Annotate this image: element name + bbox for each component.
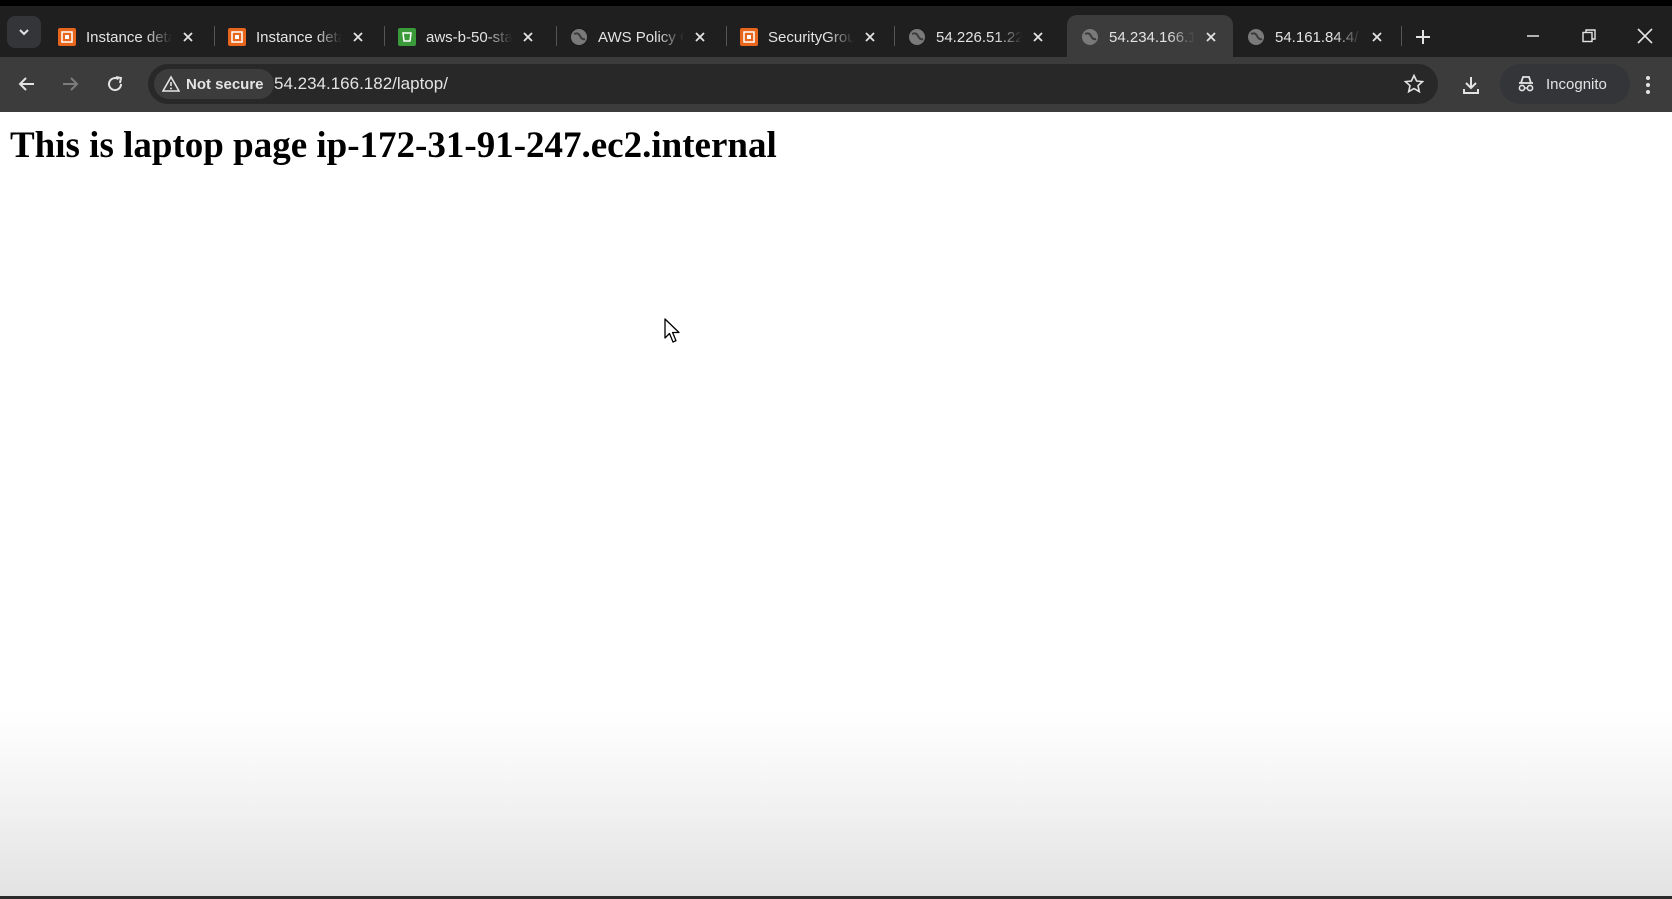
- close-icon[interactable]: [1028, 27, 1048, 47]
- security-label: Not secure: [186, 75, 264, 93]
- tab-title: AWS Policy Generator: [598, 28, 684, 46]
- url-text[interactable]: 54.234.166.182/laptop/: [274, 74, 448, 94]
- forward-button[interactable]: [52, 66, 88, 102]
- minimize-button[interactable]: [1513, 18, 1553, 54]
- tab-s3-bucket[interactable]: aws-b-50-static: [384, 15, 550, 59]
- incognito-icon: [1516, 74, 1536, 94]
- close-icon[interactable]: [348, 27, 368, 47]
- back-button[interactable]: [9, 66, 45, 102]
- restore-button[interactable]: [1569, 18, 1609, 54]
- site-security-chip[interactable]: Not secure: [154, 69, 274, 99]
- page-viewport: This is laptop page ip-172-31-91-247.ec2…: [0, 112, 1672, 899]
- address-bar[interactable]: Not secure 54.234.166.182/laptop/: [148, 64, 1438, 104]
- close-icon[interactable]: [1367, 27, 1387, 47]
- tab-ip-54-234-active[interactable]: 54.234.166.182: [1067, 15, 1233, 59]
- close-icon[interactable]: [1201, 27, 1221, 47]
- tab-security-groups[interactable]: SecurityGroups: [726, 15, 892, 59]
- aws-ec2-icon: [740, 28, 758, 46]
- tab-title: 54.161.84.4/: [1275, 28, 1359, 46]
- aws-ec2-icon: [58, 28, 76, 46]
- close-icon[interactable]: [518, 27, 538, 47]
- new-tab-button[interactable]: [1409, 23, 1437, 51]
- chevron-down-icon: [19, 29, 29, 36]
- tab-aws-policy[interactable]: AWS Policy Generator: [556, 15, 722, 59]
- aws-ec2-icon: [228, 28, 246, 46]
- close-icon[interactable]: [178, 27, 198, 47]
- tab-title: Instance details: [256, 28, 342, 46]
- tab-instance-details-1[interactable]: Instance details: [44, 15, 210, 59]
- tab-ip-54-226[interactable]: 54.226.51.22: [894, 15, 1060, 59]
- globe-icon: [1081, 28, 1099, 46]
- chrome-menu-button[interactable]: [1636, 68, 1660, 102]
- star-icon: [1404, 74, 1424, 94]
- download-icon: [1463, 77, 1479, 94]
- profile-label: Incognito: [1546, 75, 1607, 93]
- restore-icon: [1582, 29, 1596, 43]
- bookmark-button[interactable]: [1402, 72, 1426, 96]
- mouse-cursor-icon: [664, 318, 680, 343]
- page-heading: This is laptop page ip-172-31-91-247.ec2…: [10, 125, 777, 166]
- aws-s3-icon: [398, 28, 416, 46]
- downloads-button[interactable]: [1454, 68, 1488, 102]
- tab-instance-details-2[interactable]: Instance details: [214, 15, 380, 59]
- warning-icon: [162, 75, 180, 93]
- globe-icon: [908, 28, 926, 46]
- browser-window: Instance details Instance details aws-b-…: [0, 0, 1672, 899]
- reload-icon: [108, 76, 123, 92]
- close-window-button[interactable]: [1625, 18, 1665, 54]
- tab-title: aws-b-50-static: [426, 28, 512, 46]
- arrow-right-icon: [63, 77, 79, 91]
- arrow-left-icon: [18, 77, 34, 91]
- tab-title: SecurityGroups: [768, 28, 854, 46]
- tab-title: 54.226.51.22: [936, 28, 1022, 46]
- tab-title: Instance details: [86, 28, 172, 46]
- reload-button[interactable]: [97, 66, 133, 102]
- close-icon[interactable]: [860, 27, 880, 47]
- more-vert-icon: [1646, 76, 1650, 94]
- minimize-icon: [1527, 35, 1539, 37]
- globe-icon: [570, 28, 588, 46]
- navigation-toolbar: Not secure 54.234.166.182/laptop/ Incogn…: [0, 57, 1672, 112]
- tab-ip-54-161[interactable]: 54.161.84.4/: [1233, 15, 1399, 59]
- tab-search-button[interactable]: [7, 16, 41, 48]
- plus-icon: [1416, 30, 1430, 44]
- incognito-profile-button[interactable]: Incognito: [1500, 64, 1630, 104]
- tab-strip: Instance details Instance details aws-b-…: [0, 0, 1672, 59]
- close-icon: [1637, 28, 1653, 44]
- globe-icon: [1247, 28, 1265, 46]
- tab-separator: [1401, 26, 1402, 46]
- close-icon[interactable]: [690, 27, 710, 47]
- tab-title: 54.234.166.182: [1109, 28, 1195, 46]
